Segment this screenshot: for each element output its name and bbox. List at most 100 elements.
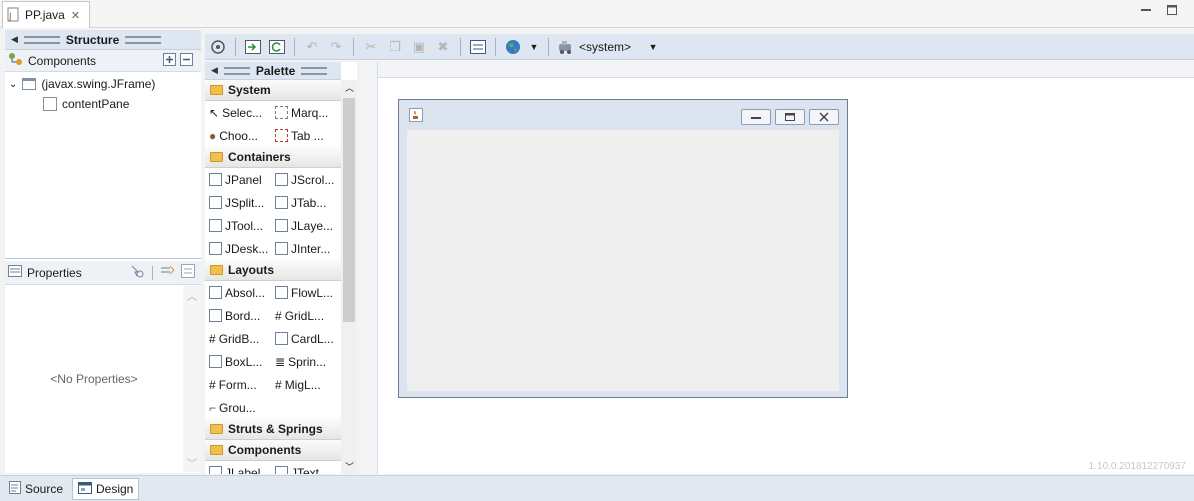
scroll-thumb[interactable] (343, 98, 355, 322)
tab-source[interactable]: Source (4, 478, 68, 500)
paste-icon[interactable]: ▣ (410, 38, 428, 56)
palette-item-jdesktoppane[interactable]: JDesk... (205, 237, 271, 260)
cut-icon[interactable]: ✂ (362, 38, 380, 56)
events-icon[interactable] (129, 264, 145, 281)
palette-item-borderlayout[interactable]: Bord... (205, 304, 271, 327)
minimize-icon[interactable] (1140, 4, 1152, 16)
structure-panel: ◀ Structure Components ⌄ (javax.swing.JF… (5, 30, 201, 473)
palette-item-gridbaglayout[interactable]: # GridB... (205, 327, 271, 350)
miglayout-icon: # (275, 377, 282, 392)
springlayout-icon: ≣ (275, 354, 286, 369)
palette-item-grouplayout[interactable]: ⌐ Grou... (205, 396, 271, 419)
palette-item-jinternalframe[interactable]: JInter... (271, 237, 337, 260)
editor-tab-pp-java[interactable]: J PP.java ✕ (2, 1, 90, 28)
properties-body: <No Properties> ︿ ﹀ (5, 286, 201, 472)
drag-grip[interactable] (301, 66, 328, 75)
java-cup-icon (409, 108, 423, 125)
content-pane[interactable] (407, 130, 839, 391)
look-and-feel-icon[interactable] (557, 38, 575, 56)
undo-icon[interactable]: ↶ (303, 38, 321, 56)
maximize-icon[interactable] (1166, 4, 1178, 16)
goto-definition-icon[interactable] (244, 38, 262, 56)
panel-icon (209, 173, 222, 186)
tab-order-icon[interactable] (469, 38, 487, 56)
design-canvas[interactable]: 1.10.0.201812270937 (362, 62, 1194, 474)
frame-close-button[interactable] (809, 109, 839, 125)
scrollpane-icon (275, 173, 288, 186)
redo-icon[interactable]: ↷ (327, 38, 345, 56)
palette-item-selection[interactable]: ↖ Selec... (205, 101, 271, 124)
palette-item-boxlayout[interactable]: BoxL... (205, 350, 271, 373)
palette-category-layouts[interactable]: Layouts (205, 260, 341, 281)
show-advanced-icon[interactable] (160, 264, 176, 281)
drag-grip[interactable] (223, 66, 250, 75)
default-values-icon[interactable] (181, 264, 195, 281)
look-and-feel-select[interactable]: <system> (579, 40, 631, 54)
internalframe-icon (275, 242, 288, 255)
scroll-down-icon[interactable]: ﹀ (345, 460, 354, 473)
remove-icon[interactable] (180, 52, 193, 69)
palette-item-marquee[interactable]: Marq... (271, 101, 337, 124)
palette-item-miglayout[interactable]: # MigL... (271, 373, 337, 396)
frame-title-bar[interactable] (399, 100, 847, 130)
dropdown-icon[interactable]: ▼ (528, 38, 540, 56)
properties-title: Properties (27, 265, 82, 280)
refresh-icon[interactable] (268, 38, 286, 56)
vertical-ruler (362, 62, 378, 474)
drag-grip[interactable] (125, 35, 162, 44)
palette-item-jlabel[interactable]: JLabel (205, 461, 271, 474)
palette-category-struts-springs[interactable]: Struts & Springs (205, 419, 341, 440)
palette-item-jscrollpane[interactable]: JScrol... (271, 168, 337, 191)
toolbar-icon (209, 219, 222, 232)
collapse-arrow-icon[interactable]: ◀ (211, 65, 218, 76)
palette-item-jtextfield[interactable]: JText... (271, 461, 337, 474)
drag-grip[interactable] (23, 35, 60, 44)
source-icon (9, 481, 21, 497)
collapse-arrow-icon[interactable]: ◀ (11, 34, 18, 45)
marquee-icon (275, 106, 288, 119)
copy-icon[interactable]: ❐ (386, 38, 404, 56)
scroll-up-icon[interactable]: ︿ (345, 81, 354, 94)
palette-title: Palette (255, 63, 296, 78)
palette-category-components[interactable]: Components (205, 440, 341, 461)
dropdown-icon[interactable]: ▼ (647, 38, 659, 56)
close-icon[interactable]: ✕ (71, 9, 80, 22)
bottom-tab-bar: Source Design (0, 475, 1194, 501)
properties-scrollbar[interactable]: ︿ ﹀ (183, 286, 201, 472)
palette-item-tab-order[interactable]: Tab ... (271, 124, 337, 147)
palette-list: System ↖ Selec... Marq... ● Choo... Tab ..… (205, 80, 341, 474)
palette-item-jpanel[interactable]: JPanel (205, 168, 271, 191)
palette-scrollbar[interactable]: ︿ ﹀ (341, 80, 357, 474)
palette-item-formlayout[interactable]: # Form... (205, 373, 271, 396)
palette-category-system[interactable]: System (205, 80, 341, 101)
beans-icon: ● (209, 128, 217, 143)
palette-item-gridlayout[interactable]: # GridL... (271, 304, 337, 327)
horizontal-ruler (362, 62, 1194, 78)
tab-design[interactable]: Design (72, 478, 140, 500)
tree-item-contentpane[interactable]: contentPane (43, 95, 129, 113)
expand-chevron-icon[interactable]: ⌄ (9, 79, 17, 90)
frame-maximize-button[interactable] (775, 109, 805, 125)
gridlayout-icon: # (275, 308, 282, 323)
globe-icon[interactable] (504, 38, 522, 56)
palette-item-flowlayout[interactable]: FlowL... (271, 281, 337, 304)
palette-item-choose-component[interactable]: ● Choo... (205, 124, 271, 147)
test-gui-icon[interactable] (209, 38, 227, 56)
palette-item-jlayeredpane[interactable]: JLaye... (271, 214, 337, 237)
palette-category-containers[interactable]: Containers (205, 147, 341, 168)
components-label: Components (28, 53, 97, 68)
palette-item-cardlayout[interactable]: CardL... (271, 327, 337, 350)
desktoppane-icon (209, 242, 222, 255)
jframe-preview[interactable] (398, 99, 848, 398)
delete-icon[interactable]: ✖ (434, 38, 452, 56)
add-icon[interactable] (163, 52, 176, 69)
tree-item-frame[interactable]: ⌄ (javax.swing.JFrame) (9, 75, 155, 93)
frame-minimize-button[interactable] (741, 109, 771, 125)
palette-item-jtabbedpane[interactable]: JTab... (271, 191, 337, 214)
palette-item-springlayout[interactable]: ≣ Sprin... (271, 350, 337, 373)
component-tree: ⌄ (javax.swing.JFrame) contentPane (5, 74, 201, 259)
palette-item-absolute-layout[interactable]: Absol... (205, 281, 271, 304)
design-icon (78, 481, 92, 497)
palette-item-jtoolbar[interactable]: JTool... (205, 214, 271, 237)
palette-item-jsplitpane[interactable]: JSplit... (205, 191, 271, 214)
